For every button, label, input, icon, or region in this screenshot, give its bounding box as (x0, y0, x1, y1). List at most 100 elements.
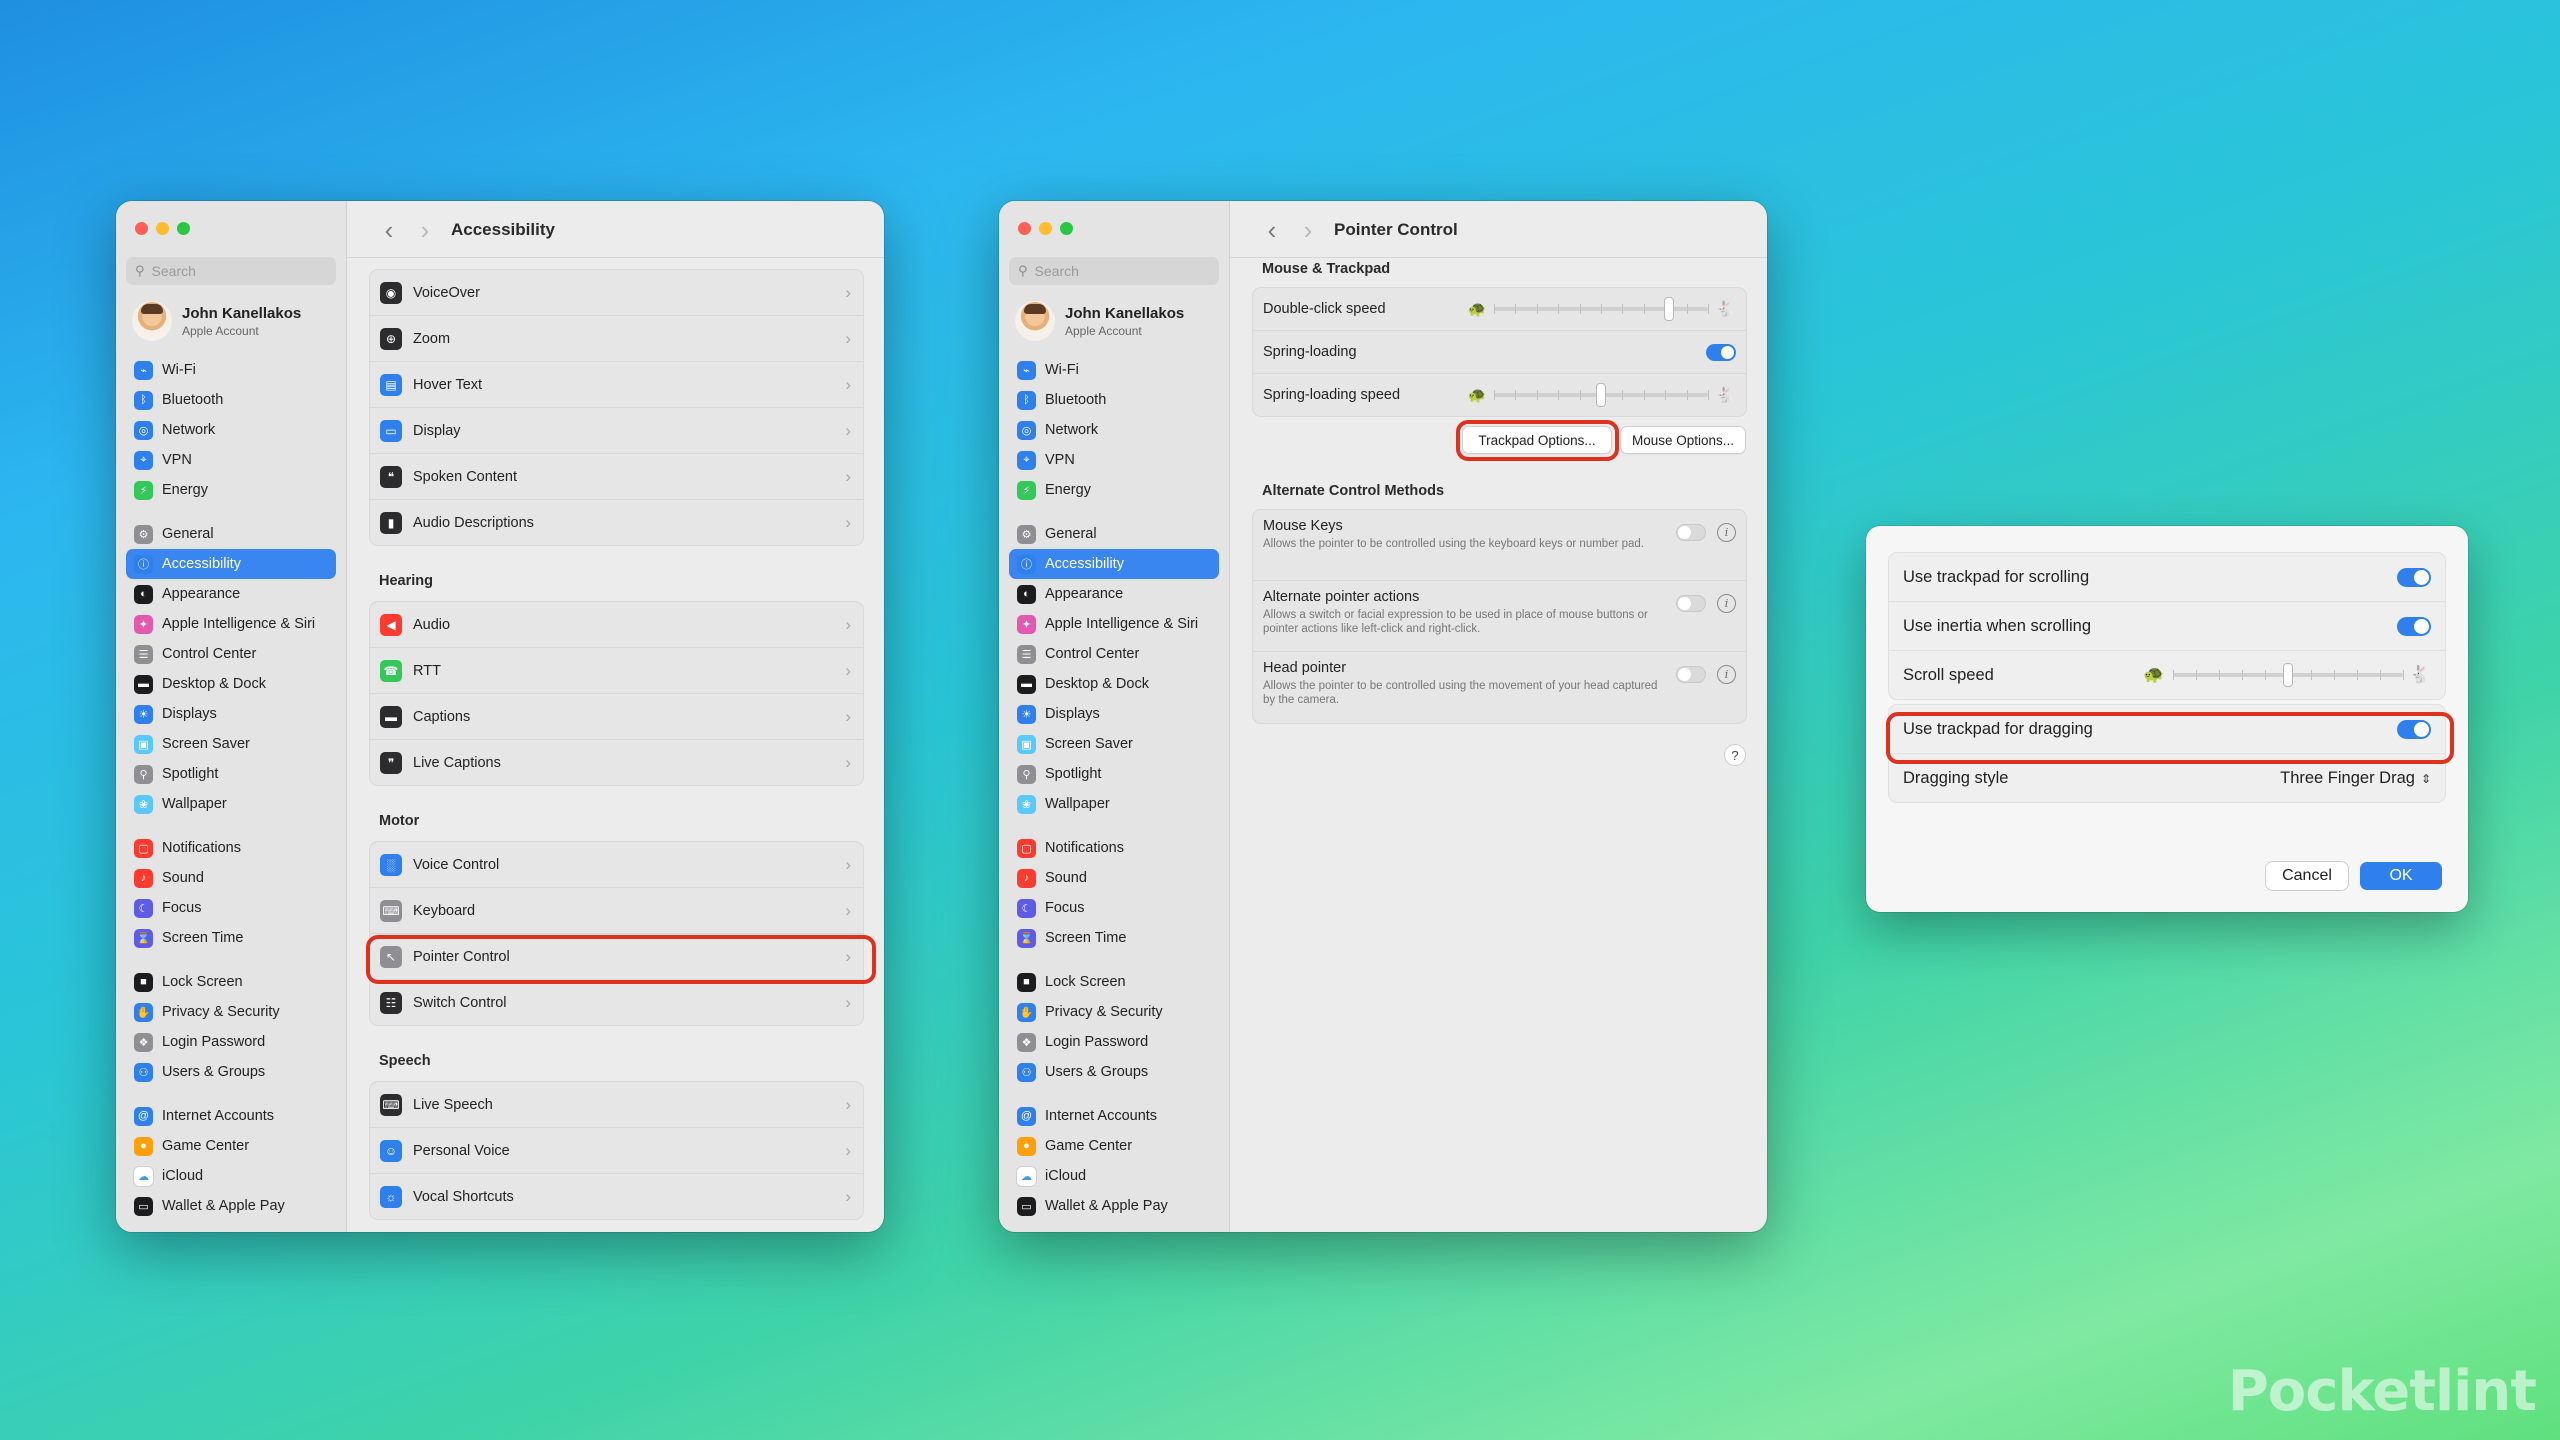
scroll-speed-slider[interactable]: 🐢 🐇 (2143, 651, 2433, 699)
sidebar-item-icloud[interactable]: ☁ iCloud (1009, 1161, 1219, 1191)
sidebar-item-login-password[interactable]: ❖ Login Password (1009, 1027, 1219, 1057)
row-zoom[interactable]: ⊕ Zoom › (370, 316, 863, 362)
sidebar-item-screen-time[interactable]: ⌛ Screen Time (1009, 923, 1219, 953)
trackpad-options-button[interactable]: Trackpad Options... (1463, 427, 1611, 453)
sidebar-item-desktop-dock[interactable]: ▬ Desktop & Dock (126, 669, 336, 699)
sidebar-item-screen-saver[interactable]: ▣ Screen Saver (126, 729, 336, 759)
sidebar-item-apple-intelligence-siri[interactable]: ✦ Apple Intelligence & Siri (1009, 609, 1219, 639)
forward-button[interactable]: › (1290, 217, 1326, 243)
sidebar-item-displays[interactable]: ☀ Displays (1009, 699, 1219, 729)
sidebar-item-appearance[interactable]: ◐ Appearance (1009, 579, 1219, 609)
help-button[interactable]: ? (1725, 745, 1745, 765)
scrolling-toggle[interactable] (2397, 567, 2431, 587)
sidebar-item-users-groups[interactable]: ⚇ Users & Groups (126, 1057, 336, 1087)
dragging-toggle[interactable] (2397, 719, 2431, 739)
row-audio[interactable]: ◀ Audio › (370, 602, 863, 648)
row-captions[interactable]: ▬ Captions › (370, 694, 863, 740)
back-button[interactable]: ‹ (371, 217, 407, 243)
zoom-button[interactable] (177, 222, 190, 235)
sidebar-item-sound[interactable]: ♪ Sound (1009, 863, 1219, 893)
sidebar-item-game-center[interactable]: ● Game Center (1009, 1131, 1219, 1161)
sidebar-item-notifications[interactable]: ▢ Notifications (1009, 833, 1219, 863)
close-button[interactable] (1018, 222, 1031, 235)
sidebar-item-lock-screen[interactable]: ■ Lock Screen (1009, 967, 1219, 997)
sidebar-item-icloud[interactable]: ☁ iCloud (126, 1161, 336, 1191)
ok-button[interactable]: OK (2360, 862, 2442, 890)
sidebar-item-network[interactable]: ◎ Network (126, 415, 336, 445)
double-click-speed-slider[interactable]: 🐢 🐇 (1466, 288, 1736, 330)
row-display[interactable]: ▭ Display › (370, 408, 863, 454)
sidebar-item-wi-fi[interactable]: ⌁ Wi-Fi (1009, 355, 1219, 385)
sidebar-item-appearance[interactable]: ◐ Appearance (126, 579, 336, 609)
sidebar-item-general[interactable]: ⚙ General (1009, 519, 1219, 549)
row-audio-descriptions[interactable]: ▮ Audio Descriptions › (370, 500, 863, 545)
minimize-button[interactable] (1039, 222, 1052, 235)
sidebar-item-control-center[interactable]: ☰ Control Center (126, 639, 336, 669)
sidebar-item-focus[interactable]: ☾ Focus (126, 893, 336, 923)
row-switch-control[interactable]: ☷ Switch Control › (370, 980, 863, 1025)
row-vocal-shortcuts[interactable]: ☼ Vocal Shortcuts › (370, 1174, 863, 1219)
info-icon[interactable]: i (1717, 523, 1736, 542)
info-icon[interactable]: i (1717, 594, 1736, 613)
sidebar-item-bluetooth[interactable]: ᛒ Bluetooth (1009, 385, 1219, 415)
sidebar-item-game-center[interactable]: ● Game Center (126, 1131, 336, 1161)
row-spoken-content[interactable]: ❝ Spoken Content › (370, 454, 863, 500)
sidebar-item-apple-intelligence-siri[interactable]: ✦ Apple Intelligence & Siri (126, 609, 336, 639)
slider-knob[interactable] (1665, 298, 1674, 320)
mouse-options-button[interactable]: Mouse Options... (1621, 427, 1745, 453)
sidebar-item-general[interactable]: ⚙ General (126, 519, 336, 549)
sidebar-item-displays[interactable]: ☀ Displays (126, 699, 336, 729)
sidebar-item-vpn[interactable]: ⌖ VPN (126, 445, 336, 475)
info-icon[interactable]: i (1717, 665, 1736, 684)
inertia-toggle[interactable] (2397, 616, 2431, 636)
spring-loading-toggle[interactable] (1706, 343, 1736, 361)
sidebar-item-login-password[interactable]: ❖ Login Password (126, 1027, 336, 1057)
sidebar-item-energy[interactable]: ⚡ Energy (1009, 475, 1219, 505)
slider-knob[interactable] (2284, 664, 2292, 686)
sidebar-item-screen-saver[interactable]: ▣ Screen Saver (1009, 729, 1219, 759)
sidebar-item-accessibility[interactable]: ⓘ Accessibility (1009, 549, 1219, 579)
minimize-button[interactable] (156, 222, 169, 235)
sidebar-item-notifications[interactable]: ▢ Notifications (126, 833, 336, 863)
sidebar-item-sound[interactable]: ♪ Sound (126, 863, 336, 893)
close-button[interactable] (135, 222, 148, 235)
sidebar-item-desktop-dock[interactable]: ▬ Desktop & Dock (1009, 669, 1219, 699)
back-button[interactable]: ‹ (1254, 217, 1290, 243)
forward-button[interactable]: › (407, 217, 443, 243)
sidebar-item-wi-fi[interactable]: ⌁ Wi-Fi (126, 355, 336, 385)
sidebar-item-network[interactable]: ◎ Network (1009, 415, 1219, 445)
sidebar-item-spotlight[interactable]: ⚲ Spotlight (126, 759, 336, 789)
toggle[interactable] (1676, 524, 1706, 541)
toggle[interactable] (1676, 666, 1706, 683)
sidebar-item-accessibility[interactable]: ⓘ Accessibility (126, 549, 336, 579)
sidebar-item-bluetooth[interactable]: ᛒ Bluetooth (126, 385, 336, 415)
row-voiceover[interactable]: ◉ VoiceOver › (370, 270, 863, 316)
row-pointer-control[interactable]: ↖ Pointer Control › (370, 934, 863, 980)
sidebar-item-screen-time[interactable]: ⌛ Screen Time (126, 923, 336, 953)
dragging-style-popup[interactable]: Three Finger Drag ⇕ (2280, 769, 2431, 788)
sidebar-item-spotlight[interactable]: ⚲ Spotlight (1009, 759, 1219, 789)
slider-knob[interactable] (1597, 384, 1605, 406)
row-live-captions[interactable]: ❞ Live Captions › (370, 740, 863, 785)
sidebar-item-focus[interactable]: ☾ Focus (1009, 893, 1219, 923)
sidebar-item-vpn[interactable]: ⌖ VPN (1009, 445, 1219, 475)
apple-account[interactable]: John Kanellakos Apple Account (1015, 301, 1184, 341)
sidebar-item-privacy-security[interactable]: ✋ Privacy & Security (1009, 997, 1219, 1027)
zoom-button[interactable] (1060, 222, 1073, 235)
row-rtt[interactable]: ☎ RTT › (370, 648, 863, 694)
row-voice-control[interactable]: ░ Voice Control › (370, 842, 863, 888)
row-personal-voice[interactable]: ☺ Personal Voice › (370, 1128, 863, 1174)
sidebar-item-energy[interactable]: ⚡ Energy (126, 475, 336, 505)
row-live-speech[interactable]: ⌨ Live Speech › (370, 1082, 863, 1128)
sidebar-item-wallet-apple-pay[interactable]: ▭ Wallet & Apple Pay (126, 1191, 336, 1221)
apple-account[interactable]: John Kanellakos Apple Account (132, 301, 301, 341)
cancel-button[interactable]: Cancel (2266, 862, 2348, 890)
sidebar-item-privacy-security[interactable]: ✋ Privacy & Security (126, 997, 336, 1027)
sidebar-item-lock-screen[interactable]: ■ Lock Screen (126, 967, 336, 997)
sidebar-item-wallet-apple-pay[interactable]: ▭ Wallet & Apple Pay (1009, 1191, 1219, 1221)
spring-loading-speed-slider[interactable]: 🐢 🐇 (1466, 374, 1736, 416)
row-keyboard[interactable]: ⌨ Keyboard › (370, 888, 863, 934)
sidebar-item-control-center[interactable]: ☰ Control Center (1009, 639, 1219, 669)
search-input[interactable]: ⚲ Search (1009, 257, 1219, 285)
search-input[interactable]: ⚲ Search (126, 257, 336, 285)
